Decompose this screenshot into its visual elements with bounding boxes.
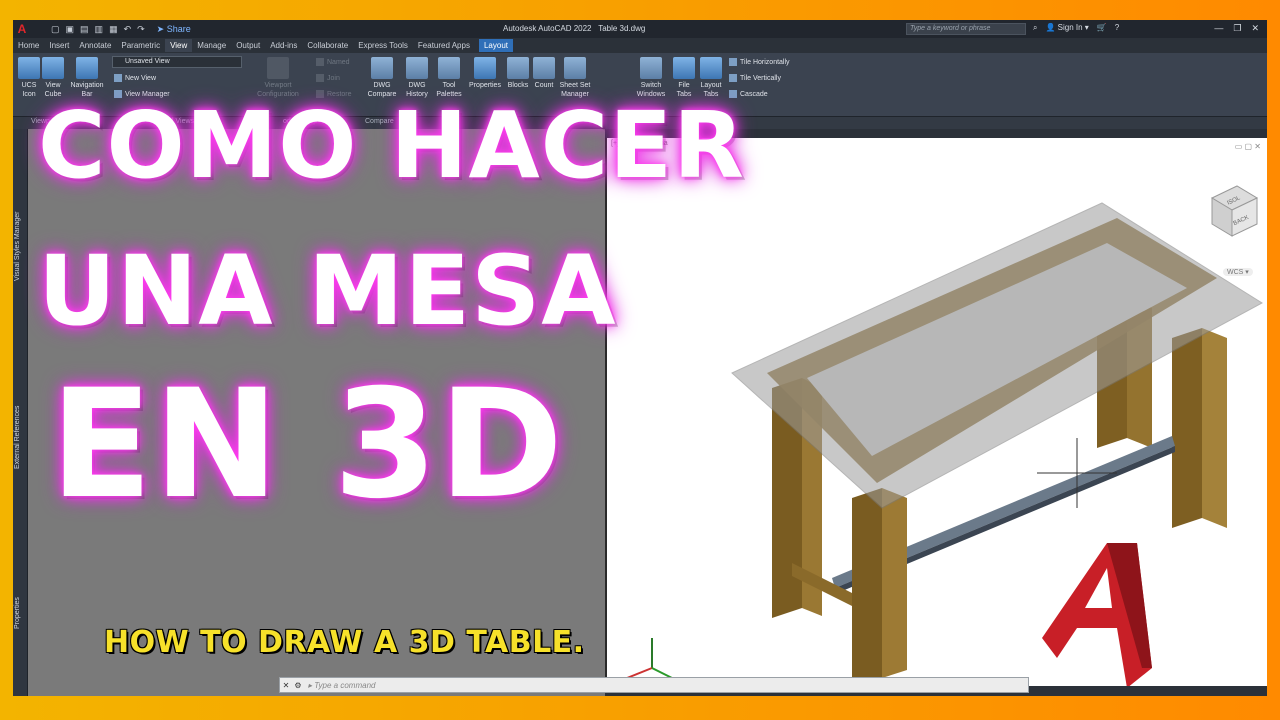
named-label: Named <box>327 58 350 66</box>
share-button[interactable]: ➤ Share <box>157 24 191 35</box>
app-title: Autodesk AutoCAD 2022 <box>503 24 592 33</box>
properties-button[interactable]: Properties <box>466 53 504 90</box>
visual-styles-manager-tab[interactable]: Visual Styles Manager <box>14 211 21 281</box>
ucs-icon <box>18 57 40 79</box>
external-references-tab[interactable]: External References <box>14 406 21 469</box>
properties-palette-tab[interactable]: Properties <box>14 597 21 629</box>
tool-palettes-icon <box>438 57 460 79</box>
tab-collaborate[interactable]: Collaborate <box>302 39 353 52</box>
search-input[interactable]: Type a keyword or phrase <box>906 23 1026 35</box>
hero-title-line-2: UNA MESA <box>38 235 617 347</box>
minimize-icon[interactable]: — <box>1214 23 1223 34</box>
blocks-button[interactable]: Blocks <box>505 53 531 90</box>
tab-output[interactable]: Output <box>231 39 265 52</box>
tile-vertically-button[interactable]: Tile Vertically <box>729 74 781 82</box>
new-view-icon <box>114 74 122 82</box>
tab-layout[interactable]: Layout <box>478 39 513 52</box>
tile-horizontally-label: Tile Horizontally <box>740 58 790 66</box>
help-icon[interactable]: ? <box>1115 23 1119 33</box>
ucs-icon-label: UCS Icon <box>21 82 37 98</box>
redo-icon[interactable]: ↷ <box>137 24 145 35</box>
new-view-label: New View <box>125 74 156 82</box>
tile-horizontally-button[interactable]: Tile Horizontally <box>729 58 790 66</box>
file-tabs-icon <box>673 57 695 79</box>
wcs-menu[interactable]: WCS ▾ <box>1223 268 1253 276</box>
command-line: ✕ ⚙ ▸ Type a command <box>279 677 1029 693</box>
tab-add-ins[interactable]: Add-ins <box>265 39 302 52</box>
sign-in-label: Sign In <box>1057 23 1083 32</box>
autocad-logo-icon[interactable]: A <box>13 20 31 38</box>
join-button[interactable]: Join <box>316 74 340 82</box>
dwg-compare-icon <box>371 57 393 79</box>
navigation-bar-icon <box>76 57 98 79</box>
model-viewport[interactable]: [+][C Sha ▭ ▢ ✕ ISOL BACK WCS ▾ <box>605 138 1267 686</box>
join-icon <box>316 74 324 82</box>
sheet-set-manager-icon <box>564 57 586 79</box>
tab-featured-apps[interactable]: Featured Apps <box>413 39 475 52</box>
tab-parametric[interactable]: Parametric <box>116 39 165 52</box>
save-as-icon[interactable]: ▥ <box>95 24 104 35</box>
save-icon[interactable]: ▤ <box>80 24 89 35</box>
front-right-leg-side <box>882 488 907 678</box>
tab-express-tools[interactable]: Express Tools <box>353 39 413 52</box>
named-view-dropdown[interactable]: Unsaved View <box>112 56 242 68</box>
switch-windows-icon <box>640 57 662 79</box>
tab-manage[interactable]: Manage <box>192 39 231 52</box>
close-command-line-icon[interactable]: ✕ <box>280 681 292 690</box>
tab-annotate[interactable]: Annotate <box>74 39 116 52</box>
new-file-icon[interactable]: ▢ <box>51 24 60 35</box>
customize-command-icon[interactable]: ⚙ <box>292 681 304 690</box>
file-title: Table 3d.dwg <box>598 24 646 33</box>
share-label: Share <box>166 23 191 34</box>
quick-access-toolbar: ▢ ▣ ▤ ▥ ▦ ↶ ↷ ➤ Share <box>51 24 191 35</box>
properties-icon <box>474 57 496 79</box>
viewcube-icon[interactable] <box>1210 185 1259 237</box>
far-right-leg-side <box>1202 328 1227 528</box>
hero-title-line-3: EN 3D <box>50 358 565 532</box>
wcs-label: WCS <box>1227 269 1244 276</box>
hero-title-line-1: COMO HACER <box>38 92 745 199</box>
open-file-icon[interactable]: ▣ <box>66 24 75 35</box>
ribbon-tabs: Home Insert Annotate Parametric View Man… <box>13 38 1267 53</box>
tile-vertically-label: Tile Vertically <box>740 74 781 82</box>
front-right-leg <box>852 488 882 686</box>
blocks-icon <box>507 57 529 79</box>
window-title: Autodesk AutoCAD 2022 Table 3d.dwg <box>503 24 645 33</box>
undo-icon[interactable]: ↶ <box>124 24 132 35</box>
sign-in-button[interactable]: 👤 Sign In ▾ <box>1045 23 1088 33</box>
tab-view[interactable]: View <box>165 39 193 52</box>
autocad-brand-logo-icon <box>1042 543 1152 686</box>
palette-strip: Visual Styles Manager External Reference… <box>13 129 28 696</box>
account-area: ⌕ 👤 Sign In ▾ 🛒 ? <box>1033 23 1119 33</box>
print-icon[interactable]: ▦ <box>109 24 118 35</box>
dwg-history-icon <box>406 57 428 79</box>
close-icon[interactable]: ✕ <box>1251 23 1259 34</box>
viewport-configuration-icon <box>267 57 289 79</box>
join-label: Join <box>327 74 340 82</box>
blocks-label: Blocks <box>507 82 529 89</box>
named-button[interactable]: Named <box>316 58 350 66</box>
count-label: Count <box>534 82 554 89</box>
new-view-button[interactable]: New View <box>114 74 156 82</box>
tab-insert[interactable]: Insert <box>44 39 74 52</box>
far-right-leg <box>1172 328 1202 528</box>
tile-horizontally-icon <box>729 58 737 66</box>
named-icon <box>316 58 324 66</box>
cube-icon <box>42 57 64 79</box>
cart-icon[interactable]: 🛒 <box>1097 23 1107 33</box>
count-button[interactable]: Count <box>531 53 557 90</box>
command-placeholder: Type a command <box>314 680 376 690</box>
layout-tabs-icon <box>700 57 722 79</box>
tile-vertically-icon <box>729 74 737 82</box>
title-bar: A ▢ ▣ ▤ ▥ ▦ ↶ ↷ ➤ Share Autodesk AutoCAD… <box>13 20 1267 38</box>
tab-home[interactable]: Home <box>13 39 44 52</box>
command-input[interactable]: ▸ Type a command <box>304 681 1028 690</box>
subtitle: HOW TO DRAW A 3D TABLE. <box>104 625 585 660</box>
search-icon[interactable]: ⌕ <box>1033 23 1037 33</box>
window-controls: — ❐ ✕ <box>1214 23 1259 34</box>
properties-label: Properties <box>469 82 501 89</box>
table-3d-drawing <box>626 185 1263 686</box>
restore-icon[interactable]: ❐ <box>1233 23 1241 34</box>
count-icon <box>533 57 555 79</box>
